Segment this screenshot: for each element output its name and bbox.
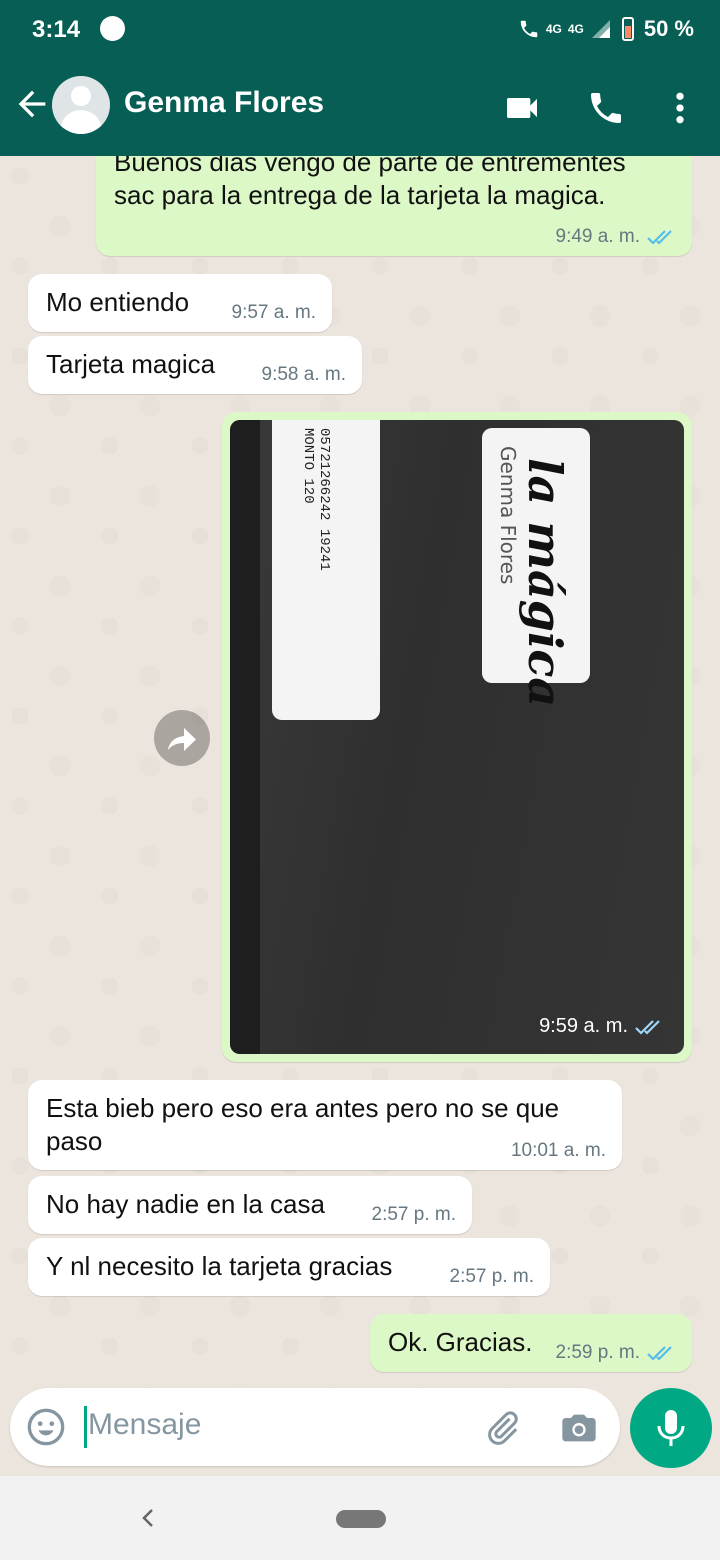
camera-icon[interactable]: [558, 1408, 600, 1448]
double-check-icon: [647, 1346, 672, 1361]
message-composer[interactable]: Mensaje: [10, 1388, 620, 1466]
microphone-icon: [657, 1410, 685, 1446]
message-time: 9:58 a. m.: [261, 364, 347, 385]
message-meta: 9:57 a. m.: [232, 302, 317, 324]
forward-icon: [168, 728, 196, 751]
status-time: 3:14: [32, 16, 81, 43]
shared-photo[interactable]: 05721266242 19241 MONTO 120 la mágica Ge…: [230, 420, 684, 1054]
message-outgoing[interactable]: Buenos dias vengo de parte de entremente…: [96, 156, 692, 256]
message-incoming[interactable]: Y nl necesito la tarjeta gracias 2:57 p.…: [28, 1238, 550, 1296]
system-nav-bar: [0, 1476, 720, 1560]
message-time: 9:49 a. m.: [555, 226, 641, 247]
status-bar: 3:14 4G 4G 50 %: [0, 0, 720, 60]
photo-label-code: 05721266242 19241 MONTO 120: [272, 420, 380, 720]
message-meta: 9:58 a. m.: [262, 364, 347, 386]
message-time: 2:59 p. m.: [555, 1342, 641, 1363]
status-icons: 4G 4G 50 %: [518, 16, 694, 42]
video-call-icon[interactable]: [502, 88, 542, 128]
network-type-small: 4G: [545, 22, 562, 36]
message-meta: 10:01 a. m.: [511, 1140, 606, 1162]
message-time: 10:01 a. m.: [510, 1140, 606, 1161]
image-message[interactable]: 05721266242 19241 MONTO 120 la mágica Ge…: [222, 412, 692, 1062]
photo-brand-text: la mágica: [518, 458, 572, 708]
nav-home-pill[interactable]: [336, 1510, 386, 1528]
message-time: 9:59 a. m.: [539, 1015, 628, 1037]
message-time: 9:57 a. m.: [231, 302, 317, 323]
message-input[interactable]: Mensaje: [88, 1408, 201, 1442]
text-cursor: [84, 1406, 87, 1448]
message-incoming[interactable]: Tarjeta magica 9:58 a. m.: [28, 336, 362, 394]
message-text: No hay nadie en la casa: [46, 1189, 325, 1219]
avatar[interactable]: [52, 76, 110, 134]
message-meta: 2:57 p. m.: [372, 1204, 457, 1226]
chat-header: Genma Flores: [0, 60, 720, 156]
forward-button[interactable]: [154, 710, 210, 766]
message-text: Tarjeta magica: [46, 349, 216, 379]
message-text: Mo entiendo: [46, 287, 190, 317]
message-text: Y nl necesito la tarjeta gracias: [46, 1251, 393, 1281]
photo-envelope-edge: [230, 420, 260, 1054]
message-meta: 2:59 p. m.: [556, 1342, 677, 1364]
double-check-icon: [647, 230, 672, 245]
photo-label-brand: la mágica Genma Flores: [482, 428, 590, 707]
arrow-left-icon[interactable]: [12, 84, 52, 124]
signal-icon: [591, 20, 610, 38]
photo-label-code-text: 05721266242 19241 MONTO 120: [300, 428, 332, 571]
contact-name[interactable]: Genma Flores: [124, 86, 324, 120]
phone-icon[interactable]: [586, 88, 626, 128]
battery-icon: [621, 17, 634, 41]
photo-handwritten-name: Genma Flores: [496, 446, 520, 585]
message-meta: 9:49 a. m.: [556, 226, 677, 248]
chat-area[interactable]: Buenos dias vengo de parte de entremente…: [0, 156, 720, 1386]
message-incoming[interactable]: Esta bieb pero eso era antes pero no se …: [28, 1080, 622, 1170]
message-text: Esta bieb pero eso era antes pero no se …: [46, 1093, 560, 1156]
battery-level: 50 %: [643, 16, 694, 41]
message-time: 2:57 p. m.: [449, 1266, 535, 1287]
notification-dot-icon: [100, 16, 125, 41]
wifi-call-icon: [520, 20, 538, 38]
message-outgoing[interactable]: Ok. Gracias. 2:59 p. m.: [370, 1314, 692, 1372]
more-vert-icon[interactable]: [660, 88, 700, 128]
emoji-icon[interactable]: [26, 1407, 66, 1447]
voice-record-button[interactable]: [630, 1388, 712, 1468]
paperclip-icon[interactable]: [482, 1408, 522, 1448]
nav-back-icon[interactable]: [136, 1504, 160, 1532]
double-check-icon: [635, 1019, 660, 1035]
message-incoming[interactable]: Mo entiendo 9:57 a. m.: [28, 274, 332, 332]
message-meta: 9:59 a. m.: [539, 1015, 664, 1038]
message-text: Buenos dias vengo de parte de entremente…: [114, 156, 626, 210]
message-meta: 2:57 p. m.: [450, 1266, 535, 1288]
message-incoming[interactable]: No hay nadie en la casa 2:57 p. m.: [28, 1176, 472, 1234]
message-text: Ok. Gracias.: [388, 1327, 533, 1357]
message-time: 2:57 p. m.: [371, 1204, 457, 1225]
network-type: 4G: [567, 22, 584, 36]
